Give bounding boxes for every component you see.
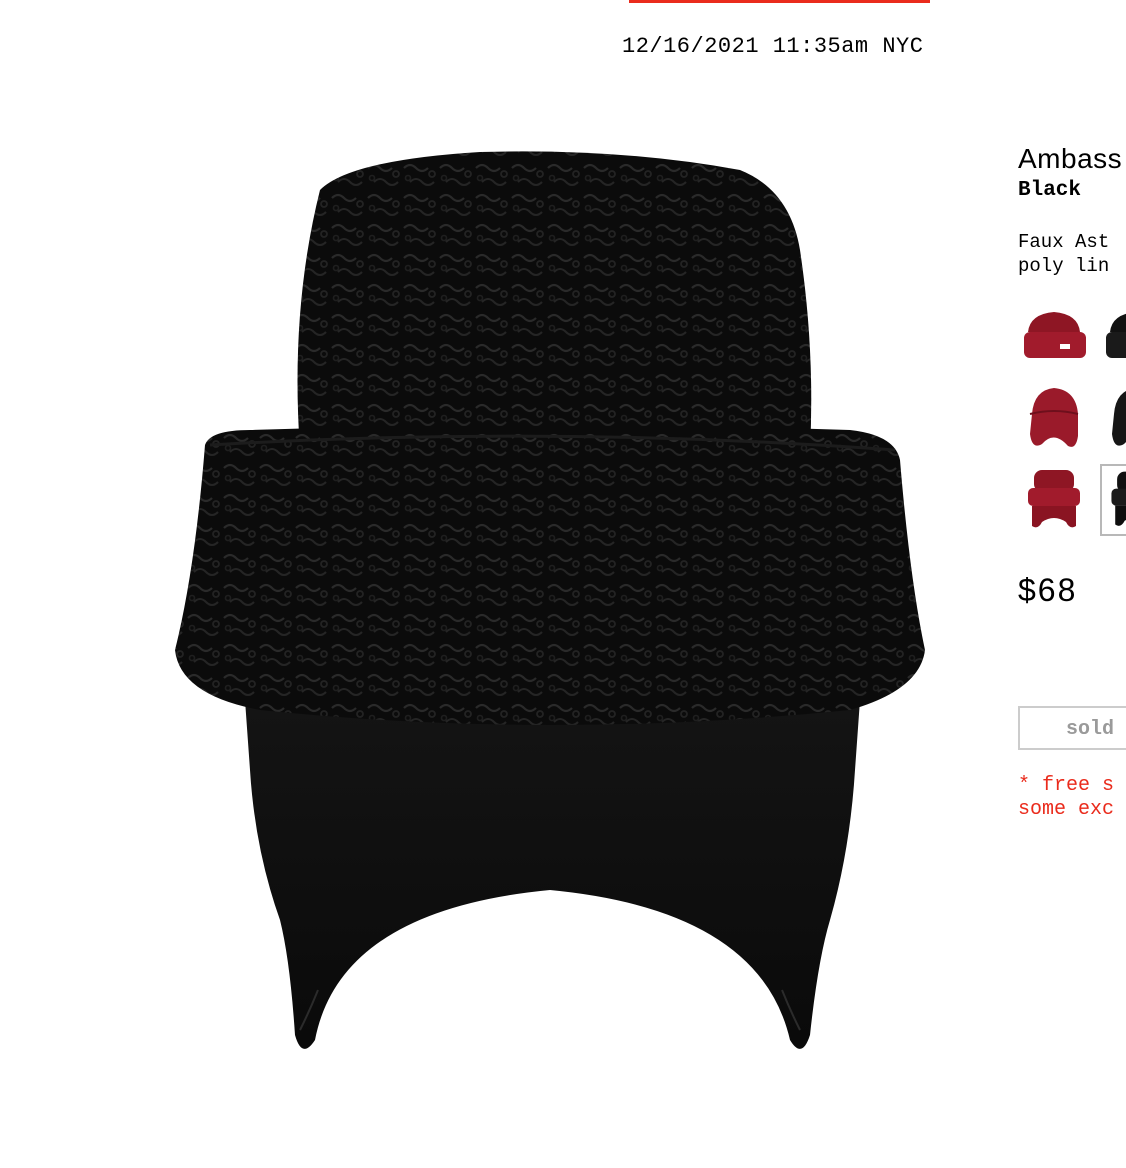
shipping-note-line: some exc — [1018, 798, 1115, 821]
product-image — [175, 151, 925, 1049]
red-trapper-hat-icon — [1028, 470, 1080, 528]
product-color: Black — [1018, 179, 1082, 202]
black-beanie-icon — [1106, 313, 1126, 358]
swatch-red-trapper[interactable] — [1018, 464, 1090, 536]
black-earflap-hat-icon — [1112, 391, 1126, 446]
red-earflap-hat-icon — [1029, 388, 1079, 447]
top-accent-bar — [629, 0, 930, 3]
shipping-note: * free s some exc — [1018, 774, 1114, 822]
product-price: $68 — [1018, 572, 1078, 608]
timestamp: 12/16/2021 11:35am NYC — [622, 34, 924, 59]
swatch-black-earflap[interactable] — [1100, 384, 1126, 456]
product-details: Ambass Black Faux Ast poly lin — [1018, 140, 1126, 278]
product-name: Ambass — [1018, 143, 1123, 174]
red-beanie-icon — [1024, 312, 1086, 358]
shipping-note-line: * free s — [1018, 774, 1115, 797]
description-line: Faux Ast — [1018, 231, 1110, 253]
swatch-red-earflap[interactable] — [1018, 384, 1090, 456]
swatch-red-beanie[interactable] — [1018, 304, 1090, 376]
sold-out-button[interactable]: sold — [1018, 706, 1126, 750]
swatch-black-beanie[interactable] — [1100, 304, 1126, 376]
product-description: Faux Ast poly lin — [1018, 230, 1126, 278]
swatch-black-trapper[interactable] — [1100, 464, 1126, 536]
description-line: poly lin — [1018, 255, 1110, 277]
black-trapper-hat-icon — [1111, 471, 1126, 526]
